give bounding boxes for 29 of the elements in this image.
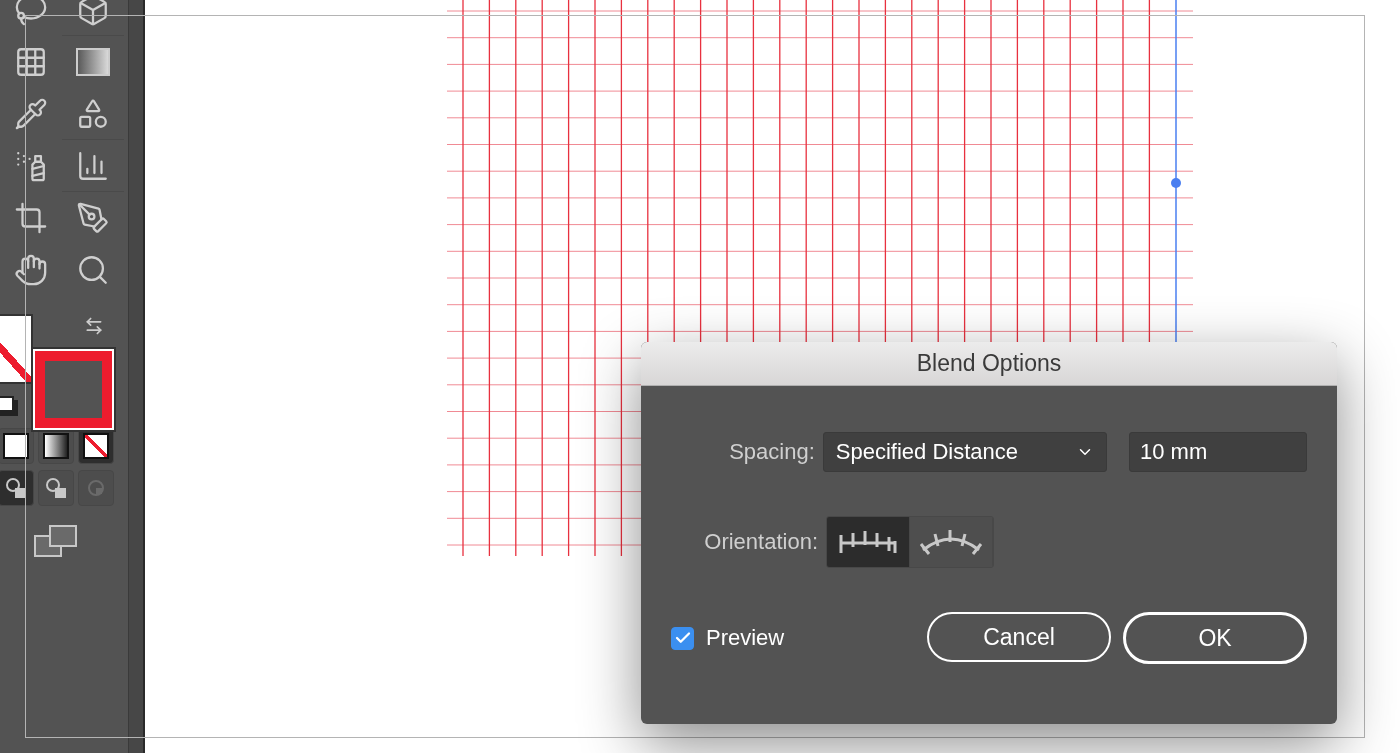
search-icon <box>76 253 110 287</box>
draw-mode-button[interactable] <box>38 470 74 506</box>
hand-icon <box>14 253 48 287</box>
orientation-button[interactable] <box>910 517 993 567</box>
orientation-label: Orientation: <box>703 529 818 555</box>
stroke-swatch[interactable] <box>33 349 114 430</box>
draw-behind-icon <box>44 476 68 500</box>
ok-button[interactable]: OK <box>1123 612 1307 664</box>
align-to-page-icon <box>838 529 898 555</box>
eyedropper-icon <box>14 97 48 131</box>
draw-normal-icon <box>4 476 28 500</box>
dialog-title: Blend Options <box>916 350 1062 377</box>
align-to-path-icon <box>919 528 983 556</box>
pen-icon <box>76 201 110 235</box>
preview-checkbox[interactable]: Preview <box>671 625 785 651</box>
swap-icon[interactable] <box>84 316 104 336</box>
spacing-label: Spacing: <box>728 439 815 465</box>
screen-mode-icon[interactable] <box>34 524 78 558</box>
spacing-dropdown[interactable]: Specified Distance <box>822 432 1107 472</box>
draw-mode-button[interactable] <box>0 470 34 506</box>
spray-can-icon <box>14 149 48 183</box>
cancel-button[interactable]: Cancel <box>927 612 1111 662</box>
checkbox[interactable] <box>671 626 694 650</box>
orientation-button[interactable] <box>827 517 910 567</box>
distance-field[interactable]: 10 mm <box>1129 432 1307 472</box>
crop-icon <box>14 201 48 235</box>
gradient-icon <box>76 48 110 76</box>
fill-mode-button[interactable] <box>0 428 34 464</box>
lasso-icon <box>14 0 48 27</box>
